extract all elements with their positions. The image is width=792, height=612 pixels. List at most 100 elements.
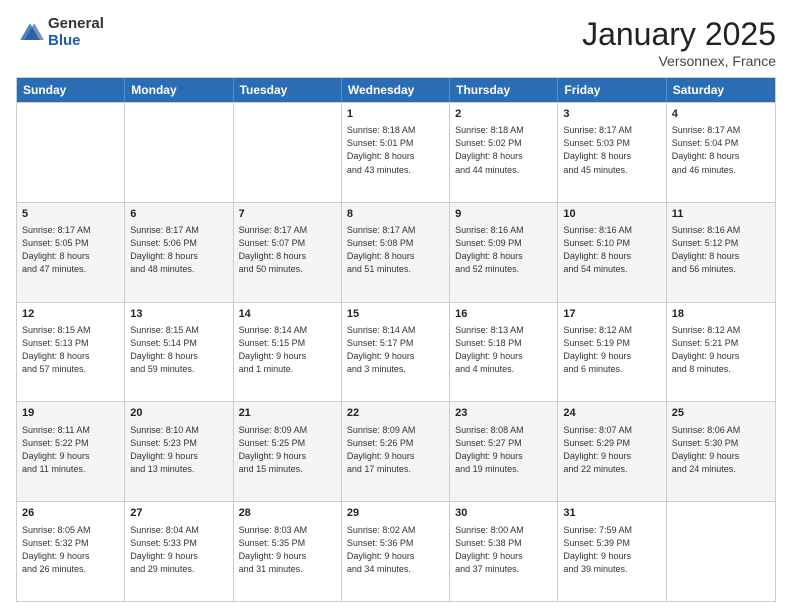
day-info: Sunrise: 8:14 AM Sunset: 5:17 PM Dayligh…	[347, 324, 444, 376]
day-number: 23	[455, 406, 552, 421]
day-number: 1	[347, 107, 444, 122]
day-info: Sunrise: 8:17 AM Sunset: 5:07 PM Dayligh…	[239, 224, 336, 276]
day-cell: 22Sunrise: 8:09 AM Sunset: 5:26 PM Dayli…	[342, 402, 450, 501]
day-cell: 29 Sunrise: 8:02 AM Sunset: 5:36 PM Dayli…	[342, 502, 450, 601]
day-info: Sunrise: 8:16 AM Sunset: 5:10 PM Dayligh…	[563, 224, 660, 276]
day-number: 21	[239, 406, 336, 421]
weekday-header-tuesday: Tuesday	[234, 78, 342, 102]
day-number: 14	[239, 307, 336, 322]
day-cell	[234, 103, 342, 202]
day-cell: 28 Sunrise: 8:03 AM Sunset: 5:35 PM Dayli…	[234, 502, 342, 601]
day-info: Sunrise: 8:00 AM Sunset: 5:38 PM Dayligh…	[455, 524, 552, 576]
weekday-header-thursday: Thursday	[450, 78, 558, 102]
day-cell: 14 Sunrise: 8:14 AM Sunset: 5:15 PM Dayli…	[234, 303, 342, 402]
day-number: 6	[130, 207, 227, 222]
day-number: 20	[130, 406, 227, 421]
day-number: 7	[239, 207, 336, 222]
day-info: Sunrise: 8:06 AM Sunset: 5:30 PM Dayligh…	[672, 424, 770, 476]
day-info: Sunrise: 8:04 AM Sunset: 5:33 PM Dayligh…	[130, 524, 227, 576]
page: General Blue January 2025 Versonnex, Fra…	[0, 0, 792, 612]
day-info: Sunrise: 8:18 AM Sunset: 5:02 PM Dayligh…	[455, 124, 552, 176]
day-cell: 4 Sunrise: 8:17 AM Sunset: 5:04 PM Daylig…	[667, 103, 775, 202]
day-info: Sunrise: 8:11 AM Sunset: 5:22 PM Dayligh…	[22, 424, 119, 476]
day-number: 3	[563, 107, 660, 122]
header: General Blue January 2025 Versonnex, Fra…	[16, 16, 776, 69]
day-number: 8	[347, 207, 444, 222]
day-number: 5	[22, 207, 119, 222]
day-info: Sunrise: 8:05 AM Sunset: 5:32 PM Dayligh…	[22, 524, 119, 576]
day-number: 11	[672, 207, 770, 222]
day-info: Sunrise: 8:09 AM Sunset: 5:25 PM Dayligh…	[239, 424, 336, 476]
day-cell: 15Sunrise: 8:14 AM Sunset: 5:17 PM Dayli…	[342, 303, 450, 402]
weekday-header-saturday: Saturday	[667, 78, 775, 102]
day-number: 13	[130, 307, 227, 322]
day-cell	[125, 103, 233, 202]
logo-text: General Blue	[48, 16, 104, 49]
weekday-header-monday: Monday	[125, 78, 233, 102]
weekday-header-friday: Friday	[558, 78, 666, 102]
day-number: 18	[672, 307, 770, 322]
day-info: Sunrise: 8:13 AM Sunset: 5:18 PM Dayligh…	[455, 324, 552, 376]
day-info: Sunrise: 8:15 AM Sunset: 5:14 PM Dayligh…	[130, 324, 227, 376]
day-cell: 31 Sunrise: 7:59 AM Sunset: 5:39 PM Dayli…	[558, 502, 666, 601]
day-cell: 8 Sunrise: 8:17 AM Sunset: 5:08 PM Daylig…	[342, 203, 450, 302]
day-number: 31	[563, 506, 660, 521]
day-cell: 30Sunrise: 8:00 AM Sunset: 5:38 PM Dayli…	[450, 502, 558, 601]
day-info: Sunrise: 8:17 AM Sunset: 5:03 PM Dayligh…	[563, 124, 660, 176]
weekday-header-wednesday: Wednesday	[342, 78, 450, 102]
day-cell: 25 Sunrise: 8:06 AM Sunset: 5:30 PM Dayli…	[667, 402, 775, 501]
week-row-2: 5 Sunrise: 8:17 AM Sunset: 5:05 PM Daylig…	[17, 202, 775, 302]
day-info: Sunrise: 8:18 AM Sunset: 5:01 PM Dayligh…	[347, 124, 444, 176]
day-number: 17	[563, 307, 660, 322]
day-cell: 16 Sunrise: 8:13 AM Sunset: 5:18 PM Dayli…	[450, 303, 558, 402]
day-cell: 9 Sunrise: 8:16 AM Sunset: 5:09 PM Daylig…	[450, 203, 558, 302]
day-info: Sunrise: 8:09 AM Sunset: 5:26 PM Dayligh…	[347, 424, 444, 476]
day-cell: 3 Sunrise: 8:17 AM Sunset: 5:03 PM Daylig…	[558, 103, 666, 202]
day-number: 12	[22, 307, 119, 322]
day-cell	[667, 502, 775, 601]
day-number: 27	[130, 506, 227, 521]
day-number: 2	[455, 107, 552, 122]
day-cell: 1 Sunrise: 8:18 AM Sunset: 5:01 PM Daylig…	[342, 103, 450, 202]
day-cell: 2 Sunrise: 8:18 AM Sunset: 5:02 PM Daylig…	[450, 103, 558, 202]
day-cell	[17, 103, 125, 202]
day-number: 28	[239, 506, 336, 521]
day-info: Sunrise: 8:07 AM Sunset: 5:29 PM Dayligh…	[563, 424, 660, 476]
day-cell: 17 Sunrise: 8:12 AM Sunset: 5:19 PM Dayli…	[558, 303, 666, 402]
day-cell: 24Sunrise: 8:07 AM Sunset: 5:29 PM Dayli…	[558, 402, 666, 501]
day-info: Sunrise: 8:17 AM Sunset: 5:08 PM Dayligh…	[347, 224, 444, 276]
week-row-4: 19 Sunrise: 8:11 AM Sunset: 5:22 PM Dayli…	[17, 401, 775, 501]
day-number: 25	[672, 406, 770, 421]
logo-icon	[16, 19, 44, 47]
day-info: Sunrise: 8:15 AM Sunset: 5:13 PM Dayligh…	[22, 324, 119, 376]
day-info: Sunrise: 7:59 AM Sunset: 5:39 PM Dayligh…	[563, 524, 660, 576]
day-cell: 23Sunrise: 8:08 AM Sunset: 5:27 PM Dayli…	[450, 402, 558, 501]
day-number: 10	[563, 207, 660, 222]
day-number: 26	[22, 506, 119, 521]
day-cell: 18Sunrise: 8:12 AM Sunset: 5:21 PM Dayli…	[667, 303, 775, 402]
day-info: Sunrise: 8:17 AM Sunset: 5:04 PM Dayligh…	[672, 124, 770, 176]
day-info: Sunrise: 8:16 AM Sunset: 5:12 PM Dayligh…	[672, 224, 770, 276]
day-info: Sunrise: 8:12 AM Sunset: 5:19 PM Dayligh…	[563, 324, 660, 376]
day-info: Sunrise: 8:14 AM Sunset: 5:15 PM Dayligh…	[239, 324, 336, 376]
day-number: 16	[455, 307, 552, 322]
location: Versonnex, France	[582, 53, 776, 69]
day-number: 4	[672, 107, 770, 122]
day-cell: 10 Sunrise: 8:16 AM Sunset: 5:10 PM Dayli…	[558, 203, 666, 302]
day-info: Sunrise: 8:17 AM Sunset: 5:06 PM Dayligh…	[130, 224, 227, 276]
day-info: Sunrise: 8:16 AM Sunset: 5:09 PM Dayligh…	[455, 224, 552, 276]
title-block: January 2025 Versonnex, France	[582, 16, 776, 69]
calendar-body: 1 Sunrise: 8:18 AM Sunset: 5:01 PM Daylig…	[17, 102, 775, 601]
day-cell: 20Sunrise: 8:10 AM Sunset: 5:23 PM Dayli…	[125, 402, 233, 501]
day-cell: 5 Sunrise: 8:17 AM Sunset: 5:05 PM Daylig…	[17, 203, 125, 302]
day-cell: 7 Sunrise: 8:17 AM Sunset: 5:07 PM Daylig…	[234, 203, 342, 302]
day-number: 29	[347, 506, 444, 521]
day-info: Sunrise: 8:17 AM Sunset: 5:05 PM Dayligh…	[22, 224, 119, 276]
day-number: 19	[22, 406, 119, 421]
day-number: 9	[455, 207, 552, 222]
week-row-5: 26 Sunrise: 8:05 AM Sunset: 5:32 PM Dayli…	[17, 501, 775, 601]
calendar: SundayMondayTuesdayWednesdayThursdayFrid…	[16, 77, 776, 602]
day-info: Sunrise: 8:03 AM Sunset: 5:35 PM Dayligh…	[239, 524, 336, 576]
logo: General Blue	[16, 16, 104, 49]
day-info: Sunrise: 8:02 AM Sunset: 5:36 PM Dayligh…	[347, 524, 444, 576]
